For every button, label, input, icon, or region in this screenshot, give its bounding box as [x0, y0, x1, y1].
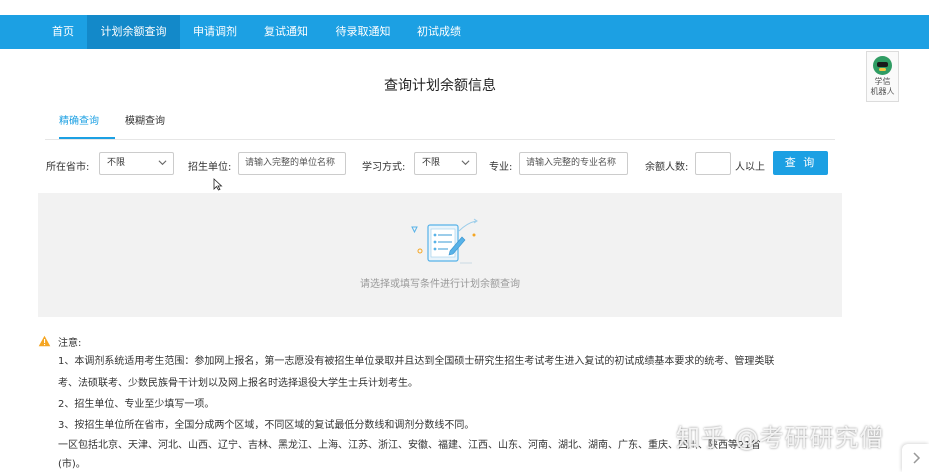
- province-select-value: 不限: [107, 158, 126, 168]
- empty-list-icon: [411, 218, 478, 264]
- notice-line: 一区包括北京、天津、河北、山西、辽宁、吉林、黑龙江、上海、江苏、浙江、安徽、福建…: [58, 440, 761, 451]
- chevron-down-icon: [461, 160, 470, 166]
- nav-item-pending-admission[interactable]: 待录取通知: [323, 15, 403, 49]
- unit-label: 招生单位:: [188, 162, 232, 173]
- tab-fuzzy-query[interactable]: 模糊查询: [125, 108, 185, 139]
- quota-input[interactable]: [695, 152, 731, 175]
- study-mode-select-value: 不限: [422, 158, 441, 168]
- notice-title: 注意:: [58, 338, 82, 349]
- quota-suffix: 人以上: [735, 162, 765, 173]
- mouse-cursor-icon: [213, 178, 223, 191]
- tab-exact-query[interactable]: 精确查询: [59, 108, 115, 139]
- empty-hint: 请选择或填写条件进行计划余额查询: [360, 279, 520, 290]
- watermark: 知乎 @考研研究僧: [676, 424, 885, 452]
- province-select[interactable]: 不限: [99, 152, 174, 175]
- nav-item-first-score[interactable]: 初试成绩: [405, 15, 473, 49]
- major-input[interactable]: 请输入完整的专业名称: [519, 152, 628, 175]
- chevron-right-icon: [913, 452, 921, 464]
- notice-line: 2、招生单位、专业至少填写一项。: [58, 399, 215, 410]
- quota-label: 余额人数:: [645, 162, 689, 173]
- result-area: 请选择或填写条件进行计划余额查询: [38, 193, 842, 317]
- chevron-down-icon: [158, 160, 167, 166]
- unit-input[interactable]: 请输入完整的单位名称: [238, 152, 346, 175]
- notice-line: 1、本调剂系统适用考生范围：参加网上报名，第一志愿没有被招生单位录取并且达到全国…: [58, 356, 775, 367]
- next-page-button[interactable]: [902, 444, 929, 472]
- nav-item-home[interactable]: 首页: [40, 15, 86, 49]
- top-strip: [0, 0, 929, 15]
- notice-line: (市)。: [58, 459, 86, 470]
- notice-line: 考、法硕联考、少数民族骨干计划以及网上报名时选择退役大学生士兵计划考生。: [58, 378, 418, 389]
- notice-line: 3、按招生单位所在省市，全国分成两个区域，不同区域的复试最低分数线和调剂分数线不…: [58, 420, 475, 431]
- major-label: 专业:: [489, 162, 513, 173]
- page-title: 查询计划余额信息: [384, 78, 496, 94]
- study-mode-select[interactable]: 不限: [414, 152, 477, 175]
- nav-item-apply-adjust[interactable]: 申请调剂: [181, 15, 249, 49]
- query-button[interactable]: 查 询: [773, 151, 828, 175]
- warning-icon: [38, 335, 51, 347]
- robot-icon: [873, 56, 892, 75]
- query-tabs: 精确查询 模糊查询: [45, 108, 835, 140]
- main-nav: 首页 计划余额查询 申请调剂 复试通知 待录取通知 初试成绩: [0, 15, 929, 49]
- province-label: 所在省市:: [46, 162, 90, 173]
- nav-item-plan-balance[interactable]: 计划余额查询: [87, 15, 180, 49]
- nav-item-retest-notice[interactable]: 复试通知: [251, 15, 321, 49]
- study-mode-label: 学习方式:: [362, 162, 406, 173]
